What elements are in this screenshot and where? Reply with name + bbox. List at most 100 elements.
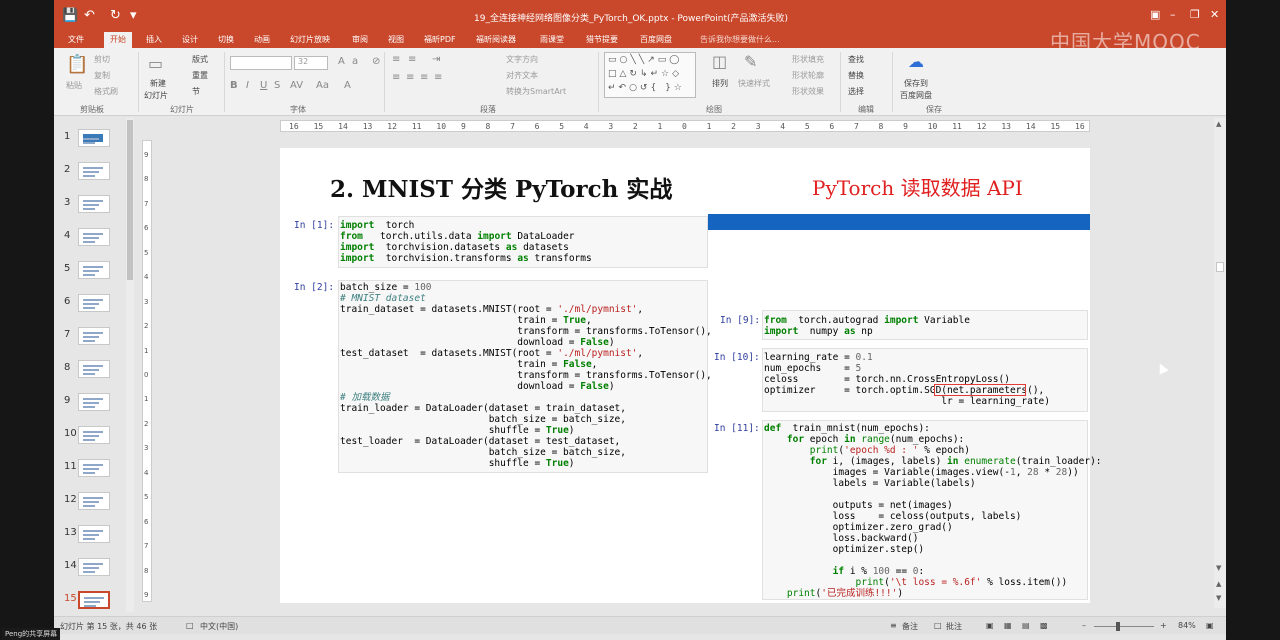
slide-thumbnail-15[interactable] <box>78 591 110 609</box>
zoom-slider[interactable] <box>1094 626 1154 627</box>
align-center-icon[interactable]: ≡ <box>406 72 414 83</box>
shape-outline-button[interactable]: 形状轮廓 <box>792 70 824 81</box>
format-painter-button[interactable]: 格式刷 <box>94 86 118 97</box>
slide-thumbnail-14[interactable] <box>78 558 110 576</box>
slide-thumbnail-9[interactable] <box>78 393 110 411</box>
slide-thumbnail-13[interactable] <box>78 525 110 543</box>
vertical-scrollbar[interactable]: ▲ ▼ ▲ ▼ <box>1214 118 1226 608</box>
thumbnail-scroll-thumb[interactable] <box>127 120 133 280</box>
shape-fill-button[interactable]: 形状填充 <box>792 54 824 65</box>
scroll-thumb[interactable] <box>1216 262 1224 272</box>
scroll-down-icon[interactable]: ▼ <box>1216 564 1221 572</box>
slide-thumbnail-10[interactable] <box>78 426 110 444</box>
find-button[interactable]: 查找 <box>848 54 864 65</box>
justify-icon[interactable]: ≡ <box>434 72 442 83</box>
change-case-icon[interactable]: Aa <box>316 80 329 91</box>
shapes-row-1-icon[interactable]: ▭○╲╲↗▭◯ <box>608 55 682 65</box>
underline-icon[interactable]: U <box>260 80 267 91</box>
new-slide-label-2[interactable]: 幻灯片 <box>144 90 168 101</box>
tab-review[interactable]: 审阅 <box>352 34 368 45</box>
tab-foxit-reader[interactable]: 福昕阅读器 <box>476 34 516 45</box>
slide-thumbnail-11[interactable] <box>78 459 110 477</box>
tab-rain-classroom[interactable]: 雨课堂 <box>540 34 564 45</box>
copy-button[interactable]: 复制 <box>94 70 110 81</box>
italic-icon[interactable]: I <box>246 80 249 91</box>
tab-foxit-pdf[interactable]: 福昕PDF <box>424 34 456 45</box>
ribbon-options-icon[interactable]: ▣ <box>1150 8 1160 21</box>
baidu-netdisk-label[interactable]: 百度网盘 <box>900 90 932 101</box>
tab-section-summary[interactable]: 猎节提要 <box>586 34 618 45</box>
tab-transitions[interactable]: 切换 <box>218 34 234 45</box>
baidu-netdisk-icon[interactable]: ☁ <box>908 52 924 71</box>
tab-slideshow[interactable]: 幻灯片放映 <box>290 34 330 45</box>
next-slide-icon[interactable]: ▼ <box>1216 594 1221 602</box>
slide-canvas[interactable]: 2. MNIST 分类 PyTorch 实战 PyTorch 读取数据 API … <box>280 148 1102 603</box>
slide-thumbnail-5[interactable] <box>78 261 110 279</box>
indent-icon[interactable]: ⇥ <box>432 54 440 65</box>
numbering-icon[interactable]: ≡ <box>408 54 416 65</box>
tab-view[interactable]: 视图 <box>388 34 404 45</box>
comments-icon[interactable]: □ <box>934 621 942 630</box>
slide-thumbnail-6[interactable] <box>78 294 110 312</box>
normal-view-icon[interactable]: ▣ <box>986 621 994 630</box>
slide-subtitle[interactable]: PyTorch 读取数据 API <box>812 172 1023 201</box>
redo-icon[interactable]: ↻ <box>110 8 121 23</box>
notes-icon[interactable]: ≡ <box>890 621 897 630</box>
notes-button[interactable]: 备注 <box>902 621 918 632</box>
close-icon[interactable]: ✕ <box>1210 8 1219 21</box>
language-indicator[interactable]: 中文(中国) <box>200 621 238 632</box>
slide-thumbnail-1[interactable] <box>78 129 110 147</box>
zoom-slider-handle[interactable] <box>1116 622 1120 631</box>
char-spacing-icon[interactable]: AV <box>290 80 303 91</box>
tab-animations[interactable]: 动画 <box>254 34 270 45</box>
zoom-in-icon[interactable]: + <box>1160 621 1167 630</box>
layout-button[interactable]: 版式 <box>192 54 208 65</box>
tab-design[interactable]: 设计 <box>182 34 198 45</box>
reset-button[interactable]: 重置 <box>192 70 208 81</box>
slide-thumbnail-12[interactable] <box>78 492 110 510</box>
new-slide-icon[interactable]: ▭ <box>148 54 163 73</box>
tell-me-search[interactable]: 告诉我你想要做什么... <box>700 34 780 45</box>
customize-icon[interactable]: ▾ <box>130 8 137 23</box>
save-icon[interactable]: 💾 <box>62 8 78 23</box>
save-to-label[interactable]: 保存到 <box>904 78 928 89</box>
paste-label[interactable]: 粘贴 <box>66 80 82 91</box>
font-name-select[interactable] <box>230 56 292 70</box>
select-button[interactable]: 选择 <box>848 86 864 97</box>
comments-button[interactable]: 批注 <box>946 621 962 632</box>
tab-baidu-netdisk[interactable]: 百度网盘 <box>640 34 672 45</box>
slide-title[interactable]: 2. MNIST 分类 PyTorch 实战 <box>330 170 672 204</box>
section-button[interactable]: 节 <box>192 86 200 97</box>
bullets-icon[interactable]: ≡ <box>392 54 400 65</box>
cut-button[interactable]: 剪切 <box>94 54 110 65</box>
tab-insert[interactable]: 插入 <box>146 34 162 45</box>
undo-icon[interactable]: ↶ <box>84 8 95 23</box>
spellcheck-icon[interactable]: □ <box>186 621 194 630</box>
prev-slide-icon[interactable]: ▲ <box>1216 580 1221 588</box>
slide-thumbnail-4[interactable] <box>78 228 110 246</box>
restore-icon[interactable]: ❐ <box>1190 8 1200 21</box>
clear-format-icon[interactable]: ⊘ <box>372 56 380 67</box>
slide-thumbnail-3[interactable] <box>78 195 110 213</box>
zoom-out-icon[interactable]: – <box>1082 621 1086 630</box>
tab-home[interactable]: 开始 <box>104 32 132 48</box>
align-right-icon[interactable]: ≡ <box>420 72 428 83</box>
font-size-select[interactable]: 32 <box>294 56 328 70</box>
strikethrough-icon[interactable]: S <box>274 80 280 91</box>
increase-font-icon[interactable]: A <box>338 56 345 67</box>
arrange-icon[interactable]: ◫ <box>712 52 727 71</box>
minimize-icon[interactable]: – <box>1170 8 1176 21</box>
new-slide-label[interactable]: 新建 <box>150 78 166 89</box>
shapes-row-3-icon[interactable]: ↵↶○↺{ }☆ <box>608 83 685 93</box>
zoom-level[interactable]: 84% <box>1178 621 1196 630</box>
font-color-icon[interactable]: A <box>344 80 351 91</box>
reading-view-icon[interactable]: ▤ <box>1022 621 1030 630</box>
slideshow-view-icon[interactable]: ▩ <box>1040 621 1048 630</box>
tab-file[interactable]: 文件 <box>68 34 84 45</box>
quick-styles-icon[interactable]: ✎ <box>744 52 757 71</box>
align-text-button[interactable]: 对齐文本 <box>506 70 538 81</box>
arrange-button[interactable]: 排列 <box>712 78 728 89</box>
text-direction-button[interactable]: 文字方向 <box>506 54 538 65</box>
sorter-view-icon[interactable]: ▦ <box>1004 621 1012 630</box>
slide-thumbnail-7[interactable] <box>78 327 110 345</box>
